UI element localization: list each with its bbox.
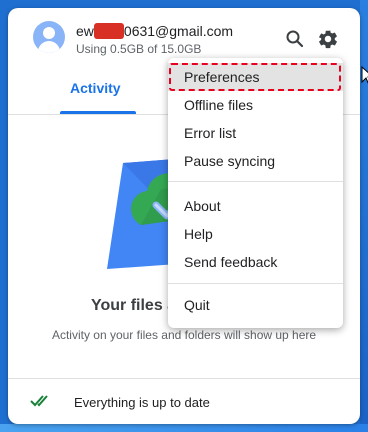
tab-active-indicator [60,111,136,114]
menu-item-label: Help [184,226,213,242]
menu-item-help[interactable]: Help [168,220,343,248]
avatar-body [38,41,60,53]
tab-activity[interactable]: Activity [56,68,136,114]
search-icon[interactable] [284,28,306,50]
avatar-head [43,27,55,39]
settings-menu: Preferences Offline files Error list Pau… [168,58,343,328]
empty-state-subtitle: Activity on your files and folders will … [51,328,317,342]
menu-item-send-feedback[interactable]: Send feedback [168,248,343,276]
menu-item-label: Quit [184,297,210,313]
email-suffix: 0631@gmail.com [123,23,234,39]
email-redaction: xxxx [93,23,124,39]
menu-item-about[interactable]: About [168,192,343,220]
gear-icon[interactable] [317,28,339,50]
taskbar-edge [0,424,368,432]
menu-divider [168,283,343,284]
menu-item-label: About [184,198,221,214]
menu-item-pause-syncing[interactable]: Pause syncing [168,147,343,175]
menu-item-error-list[interactable]: Error list [168,119,343,147]
menu-item-label: Send feedback [184,254,278,270]
menu-item-label: Error list [184,125,237,141]
menu-item-label: Pause syncing [184,153,276,169]
menu-divider [168,181,343,182]
avatar[interactable] [33,21,65,53]
desktop-background [360,0,368,432]
empty-state-title: Your files a [91,297,177,314]
sync-status-text: Everything is up to date [74,395,210,410]
menu-item-label: Preferences [184,69,260,85]
account-email: ewxxxx0631@gmail.com [76,23,233,39]
sync-status-bar: Everything is up to date [8,378,360,424]
tab-activity-label: Activity [70,80,121,96]
menu-item-quit[interactable]: Quit [168,291,343,319]
menu-item-preferences[interactable]: Preferences [168,63,343,91]
storage-usage: Using 0.5GB of 15.0GB [76,42,202,56]
mouse-cursor-icon [361,65,368,91]
email-prefix: ew [76,23,94,39]
double-check-icon [30,393,54,414]
menu-item-offline-files[interactable]: Offline files [168,91,343,119]
menu-item-label: Offline files [184,97,253,113]
